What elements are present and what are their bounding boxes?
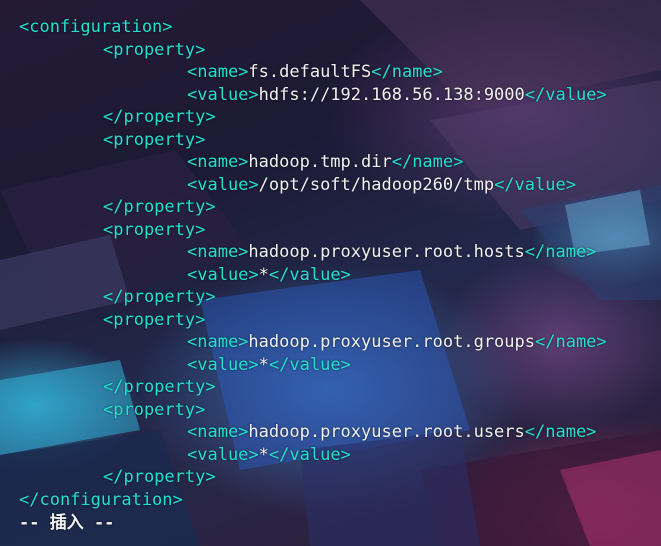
value-line: <value>*</value> bbox=[19, 444, 649, 467]
property-name: hadoop.tmp.dir bbox=[248, 152, 392, 172]
value-open-tag: <value> bbox=[187, 84, 259, 105]
value-line: <value>/opt/soft/hadoop260/tmp</value> bbox=[19, 174, 649, 197]
value-close-tag: </value> bbox=[268, 264, 351, 285]
property-value: * bbox=[258, 354, 269, 375]
name-line: <name>hadoop.proxyuser.root.groups</name… bbox=[19, 331, 649, 354]
property-value: hdfs://192.168.56.138:9000 bbox=[258, 84, 525, 105]
name-close-tag: </name> bbox=[524, 422, 597, 442]
value-line: <value>*</value> bbox=[19, 264, 649, 287]
property-close-tag: </property> bbox=[103, 287, 216, 307]
property-name: hadoop.proxyuser.root.hosts bbox=[248, 242, 525, 262]
property-close-tag: </property> bbox=[103, 377, 216, 397]
name-open-tag: <name> bbox=[187, 242, 249, 262]
name-close-tag: </name> bbox=[391, 152, 464, 172]
name-close-tag: </name> bbox=[371, 62, 443, 82]
name-open-tag: <name> bbox=[187, 62, 249, 82]
property-close-tag: </property> bbox=[103, 107, 216, 127]
property-value: /opt/soft/hadoop260/tmp bbox=[258, 174, 495, 195]
vim-mode-status: -- 插入 -- bbox=[19, 513, 115, 533]
name-open-tag: <name> bbox=[187, 422, 249, 442]
property-open-tag: <property> bbox=[103, 129, 206, 150]
property-name: hadoop.proxyuser.root.users bbox=[248, 422, 525, 442]
value-open-tag: <value> bbox=[187, 174, 259, 195]
value-close-tag: </value> bbox=[268, 354, 351, 375]
name-open-tag: <name> bbox=[187, 332, 249, 352]
property-value: * bbox=[258, 444, 269, 465]
configuration-open-tag: <configuration> bbox=[19, 17, 173, 37]
configuration-close-tag: </configuration> bbox=[19, 489, 183, 510]
name-line: <name>hadoop.tmp.dir</name> bbox=[19, 151, 649, 174]
value-close-tag: </value> bbox=[524, 84, 607, 105]
name-line: <name>hadoop.proxyuser.root.hosts</name> bbox=[19, 241, 649, 264]
value-close-tag: </value> bbox=[494, 174, 576, 195]
property-open-tag: <property> bbox=[103, 399, 206, 420]
property-close-tag: </property> bbox=[103, 467, 216, 487]
property-open-tag: <property> bbox=[103, 219, 206, 240]
value-open-tag: <value> bbox=[187, 444, 259, 465]
name-open-tag: <name> bbox=[187, 152, 249, 172]
name-close-tag: </name> bbox=[524, 242, 597, 262]
name-line: <name>fs.defaultFS</name> bbox=[19, 61, 649, 84]
value-line: <value>hdfs://192.168.56.138:9000</value… bbox=[19, 84, 649, 107]
value-line: <value>*</value> bbox=[19, 354, 649, 377]
property-name: hadoop.proxyuser.root.groups bbox=[248, 332, 535, 352]
name-close-tag: </name> bbox=[535, 332, 607, 352]
value-open-tag: <value> bbox=[187, 264, 259, 285]
value-close-tag: </value> bbox=[268, 444, 351, 465]
property-close-tag: </property> bbox=[103, 197, 216, 217]
vim-editor[interactable]: <configuration> <property> <name>fs.defa… bbox=[19, 16, 649, 535]
value-open-tag: <value> bbox=[187, 354, 259, 375]
property-name: fs.defaultFS bbox=[248, 62, 372, 82]
property-open-tag: <property> bbox=[103, 39, 206, 60]
property-value: * bbox=[258, 264, 269, 285]
property-open-tag: <property> bbox=[103, 309, 206, 330]
name-line: <name>hadoop.proxyuser.root.users</name> bbox=[19, 421, 649, 444]
